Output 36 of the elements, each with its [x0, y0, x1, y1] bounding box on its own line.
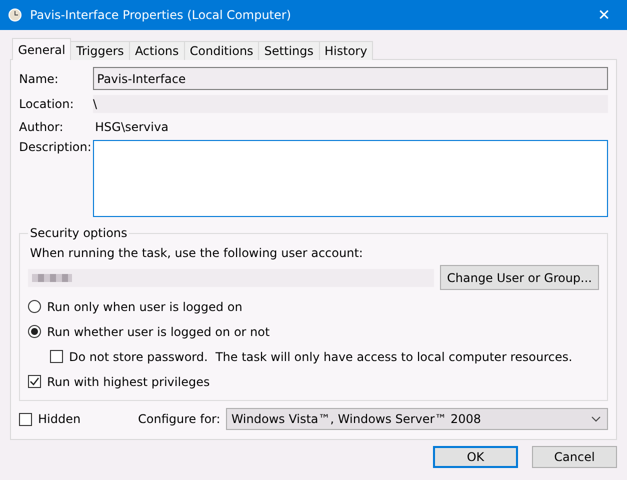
tab[interactable]: Actions: [128, 41, 185, 60]
field-label: Name:: [19, 72, 60, 86]
checkbox[interactable]: [28, 375, 41, 388]
chevron-icon: [591, 416, 601, 422]
tab[interactable]: History: [318, 41, 374, 60]
configure-dropdown[interactable]: Windows Vista™, Windows Server™ 2008: [226, 408, 608, 430]
radio-button[interactable]: [28, 300, 41, 313]
option-label: Hidden: [38, 412, 82, 426]
dialog-button[interactable]: Cancel: [532, 446, 617, 468]
field-label: Author:: [19, 120, 64, 134]
description-field[interactable]: [93, 140, 608, 217]
option-label: Run only when user is logged on: [47, 300, 242, 314]
tab[interactable]: General: [12, 38, 72, 60]
location-field: \: [93, 95, 608, 113]
field-label: Configure for:: [138, 412, 220, 426]
clock-icon: [8, 8, 22, 22]
option-label: Run with highest privileges: [47, 374, 210, 388]
account-prompt: When running the task, use the following user account:: [29, 245, 364, 260]
option-label: Do not store password. The task will only have access to local computer resources.: [69, 350, 572, 364]
radio-button[interactable]: [28, 325, 41, 338]
change-user-button[interactable]: Change User or Group...: [440, 265, 599, 290]
window-title: Pavis-Interface Properties (Local Computer): [30, 8, 292, 22]
field-label: Description:: [19, 140, 92, 154]
close-button[interactable]: ✕: [589, 5, 619, 25]
tab[interactable]: Conditions: [184, 41, 260, 60]
checkbox[interactable]: [50, 350, 63, 363]
field-label: Location:: [19, 97, 75, 111]
author-value: HSG\serviva: [94, 119, 170, 136]
dialog-button[interactable]: OK: [433, 446, 518, 468]
blurred-placeholder: [32, 274, 72, 282]
group-title: Security options: [29, 226, 128, 240]
tab[interactable]: Settings: [258, 41, 320, 60]
tab[interactable]: Triggers: [70, 41, 130, 60]
option-label: Run whether user is logged on or not: [47, 324, 270, 338]
checkbox[interactable]: [19, 412, 32, 426]
name-field[interactable]: Pavis-Interface: [93, 67, 608, 90]
